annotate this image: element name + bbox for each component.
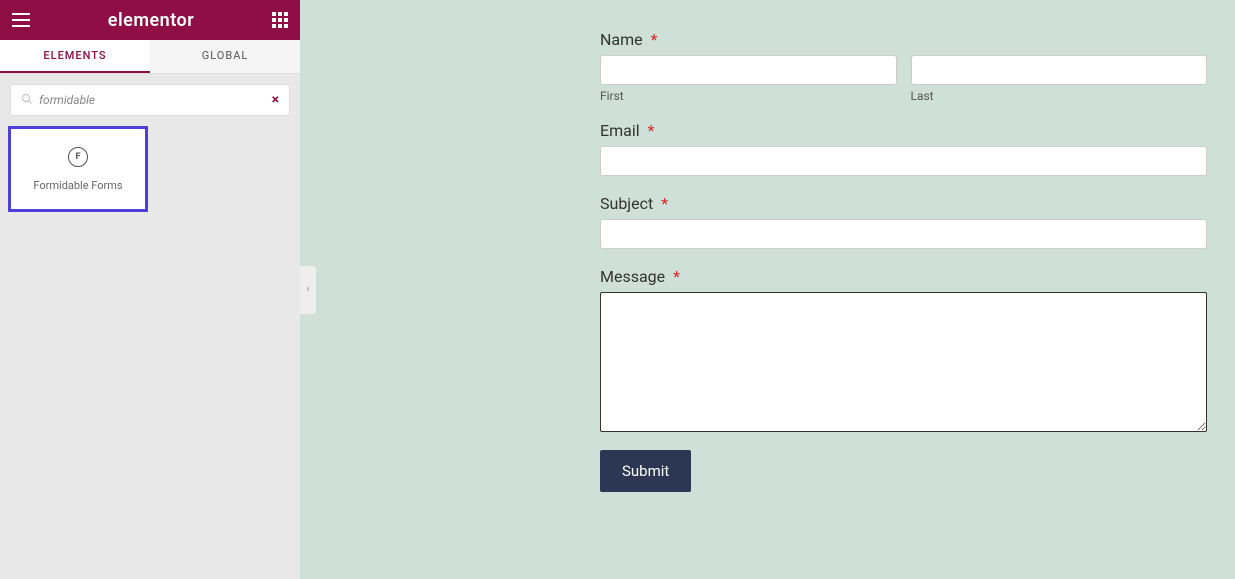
name-label: Name — [600, 30, 643, 49]
brand-logo: elementor — [108, 10, 194, 31]
sidebar-header: elementor — [0, 0, 300, 40]
tab-global[interactable]: GLOBAL — [150, 40, 300, 73]
email-input[interactable] — [600, 146, 1207, 176]
required-mark: * — [648, 121, 655, 140]
sidebar-tabs: ELEMENTS GLOBAL — [0, 40, 300, 74]
widget-formidable-forms[interactable]: F Formidable Forms — [8, 126, 148, 212]
search-box: × — [10, 84, 290, 116]
message-label: Message — [600, 267, 665, 286]
email-label: Email — [600, 121, 640, 140]
subject-input[interactable] — [600, 219, 1207, 249]
first-sublabel: First — [600, 89, 897, 103]
contact-form: Name * First Last Email * Subject * — [600, 30, 1207, 549]
formidable-icon: F — [68, 147, 88, 167]
tab-elements[interactable]: ELEMENTS — [0, 40, 150, 73]
last-sublabel: Last — [911, 89, 1208, 103]
last-name-input[interactable] — [911, 55, 1208, 85]
preview-canvas: Name * First Last Email * Subject * — [300, 0, 1235, 579]
message-textarea[interactable] — [600, 292, 1207, 432]
search-icon — [21, 93, 33, 108]
search-input[interactable] — [39, 93, 272, 107]
submit-button[interactable]: Submit — [600, 450, 691, 492]
collapse-sidebar-handle[interactable]: ‹ — [300, 266, 316, 314]
required-mark: * — [661, 194, 668, 213]
apps-icon[interactable] — [272, 12, 288, 28]
menu-icon[interactable] — [12, 13, 30, 27]
chevron-left-icon: ‹ — [306, 284, 309, 295]
widget-label: Formidable Forms — [33, 179, 122, 192]
first-name-input[interactable] — [600, 55, 897, 85]
widget-list: F Formidable Forms — [0, 126, 300, 212]
required-mark: * — [651, 30, 658, 49]
subject-label: Subject — [600, 194, 653, 213]
elementor-sidebar: elementor ELEMENTS GLOBAL × F Formidable… — [0, 0, 300, 579]
clear-search-icon[interactable]: × — [272, 92, 279, 108]
search-wrap: × — [0, 74, 300, 126]
required-mark: * — [673, 267, 680, 286]
